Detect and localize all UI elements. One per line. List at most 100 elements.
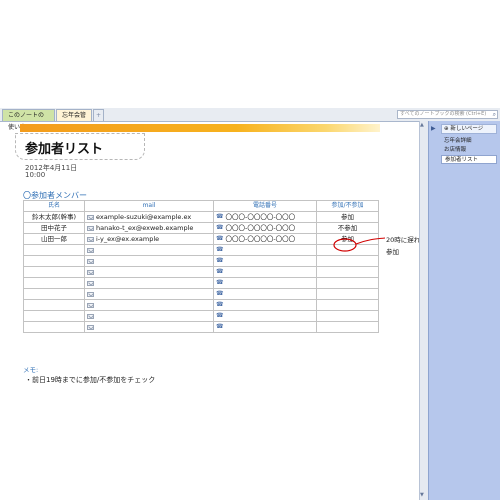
add-section-tab[interactable]: + <box>93 109 104 121</box>
phone-icon: ☎ <box>216 235 224 242</box>
cell-phone[interactable]: ☎ <box>213 299 317 311</box>
cell-attendance[interactable] <box>316 288 379 300</box>
mail-icon <box>87 247 94 253</box>
table-row[interactable]: ☎ <box>23 321 379 333</box>
phone-icon: ☎ <box>216 213 224 220</box>
search-icon[interactable]: ⌕ <box>493 111 496 118</box>
members-table[interactable]: 氏名 mail 電話番号 参加/不参加 鈴木太郎(幹事) example-suzu… <box>23 200 379 333</box>
header-decoration-band <box>20 124 380 132</box>
cell-phone[interactable]: ☎ 〇〇〇-〇〇〇〇-〇〇〇 <box>213 233 317 245</box>
mail-address: i-y_ex@ex.example <box>96 235 160 243</box>
page-title[interactable]: 参加者リスト <box>25 138 103 157</box>
column-header-name: 氏名 <box>23 200 85 212</box>
vertical-scrollbar[interactable] <box>419 121 428 500</box>
cell-phone[interactable]: ☎ <box>213 244 317 256</box>
cell-name[interactable] <box>23 321 85 333</box>
collapse-panel-icon[interactable]: ▶ <box>431 125 436 132</box>
column-header-attendance: 参加/不参加 <box>316 200 379 212</box>
ink-annotation <box>333 237 386 252</box>
cell-mail[interactable] <box>84 244 214 256</box>
table-body: 鈴木太郎(幹事) example-suzuki@example.ex ☎ 〇〇〇-〇〇… <box>23 211 379 333</box>
cell-name[interactable]: 田中花子 <box>23 222 85 234</box>
page-item-bonenkai-details[interactable]: 忘年会詳細 <box>441 137 497 146</box>
cell-mail[interactable] <box>84 255 214 267</box>
cell-phone[interactable]: ☎ <box>213 266 317 278</box>
phone-icon: ☎ <box>216 323 224 330</box>
page-item-shop-info[interactable]: お店情報 <box>441 146 497 155</box>
table-row[interactable]: ☎ <box>23 244 379 256</box>
phone-icon: ☎ <box>216 312 224 319</box>
phone-icon: ☎ <box>216 279 224 286</box>
scroll-up-icon[interactable]: ▲ <box>420 122 424 128</box>
cell-mail[interactable]: example-suzuki@example.ex <box>84 211 214 223</box>
search-input[interactable]: すべてのノートブックの検索 (Ctrl+E) ⌕ <box>397 110 498 119</box>
column-header-phone: 電話番号 <box>213 200 317 212</box>
table-row[interactable]: ☎ <box>23 255 379 267</box>
mail-icon <box>87 280 94 286</box>
mail-icon <box>87 258 94 264</box>
cell-attendance[interactable] <box>316 277 379 289</box>
cell-name[interactable] <box>23 310 85 322</box>
cell-name[interactable]: 鈴木太郎(幹事) <box>23 211 85 223</box>
table-row[interactable]: ☎ <box>23 277 379 289</box>
cell-attendance[interactable]: 参加 <box>316 211 379 223</box>
table-row[interactable]: 鈴木太郎(幹事) example-suzuki@example.ex ☎ 〇〇〇-〇〇… <box>23 211 379 223</box>
annotation-text-line2[interactable]: 参加 <box>386 246 399 256</box>
table-row[interactable]: 山田一郎 i-y_ex@ex.example ☎ 〇〇〇-〇〇〇〇-〇〇〇 参加 <box>23 233 379 245</box>
cell-name[interactable] <box>23 255 85 267</box>
mail-icon <box>87 291 94 297</box>
phone-icon: ☎ <box>216 246 224 253</box>
cell-mail[interactable] <box>84 277 214 289</box>
table-header-row: 氏名 mail 電話番号 参加/不参加 <box>23 200 379 212</box>
page-item-participant-list[interactable]: 参加者リスト <box>441 155 497 164</box>
cell-mail[interactable] <box>84 299 214 311</box>
mail-icon <box>87 214 94 220</box>
cell-name[interactable] <box>23 288 85 300</box>
cell-name[interactable] <box>23 299 85 311</box>
tab-notebook-usage[interactable]: このノートの使い方 <box>2 109 55 131</box>
new-page-button[interactable]: ⊕ 新しいページ <box>441 124 497 134</box>
ink-circle <box>333 238 357 252</box>
cell-name[interactable] <box>23 277 85 289</box>
mail-icon <box>87 324 94 330</box>
mail-address: hanako-t_ex@exweb.example <box>96 224 194 232</box>
mail-icon <box>87 302 94 308</box>
tab-bonenkai[interactable]: 忘年会管理 <box>56 109 92 131</box>
cell-mail[interactable]: i-y_ex@ex.example <box>84 233 214 245</box>
page-list-panel <box>428 121 500 500</box>
mail-address: example-suzuki@example.ex <box>96 213 192 221</box>
cell-attendance[interactable] <box>316 310 379 322</box>
cell-phone[interactable]: ☎ 〇〇〇-〇〇〇〇-〇〇〇 <box>213 211 317 223</box>
new-page-icon: ⊕ <box>444 126 449 132</box>
table-row[interactable]: ☎ <box>23 299 379 311</box>
cell-phone[interactable]: ☎ <box>213 288 317 300</box>
cell-mail[interactable] <box>84 321 214 333</box>
cell-mail[interactable] <box>84 310 214 322</box>
cell-name[interactable] <box>23 244 85 256</box>
cell-phone[interactable]: ☎ <box>213 310 317 322</box>
cell-mail[interactable]: hanako-t_ex@exweb.example <box>84 222 214 234</box>
scroll-down-icon[interactable]: ▼ <box>420 492 424 498</box>
mail-icon <box>87 236 94 242</box>
cell-mail[interactable] <box>84 288 214 300</box>
table-row[interactable]: ☎ <box>23 310 379 322</box>
cell-attendance[interactable] <box>316 266 379 278</box>
cell-phone[interactable]: ☎ <box>213 277 317 289</box>
memo-text[interactable]: ・前日19時までに参加/不参加をチェック <box>25 375 155 385</box>
table-row[interactable]: ☎ <box>23 288 379 300</box>
table-row[interactable]: ☎ <box>23 266 379 278</box>
cell-phone[interactable]: ☎ <box>213 321 317 333</box>
phone-icon: ☎ <box>216 268 224 275</box>
cell-mail[interactable] <box>84 266 214 278</box>
phone-number: 〇〇〇-〇〇〇〇-〇〇〇 <box>225 213 296 221</box>
cell-phone[interactable]: ☎ <box>213 255 317 267</box>
table-row[interactable]: 田中花子 hanako-t_ex@exweb.example ☎ 〇〇〇-〇〇〇〇-〇… <box>23 222 379 234</box>
cell-attendance[interactable] <box>316 321 379 333</box>
cell-name[interactable]: 山田一郎 <box>23 233 85 245</box>
cell-attendance[interactable] <box>316 299 379 311</box>
cell-phone[interactable]: ☎ 〇〇〇-〇〇〇〇-〇〇〇 <box>213 222 317 234</box>
mail-icon <box>87 269 94 275</box>
search-placeholder: すべてのノートブックの検索 (Ctrl+E) <box>400 111 487 117</box>
cell-name[interactable] <box>23 266 85 278</box>
phone-number: 〇〇〇-〇〇〇〇-〇〇〇 <box>225 235 296 243</box>
